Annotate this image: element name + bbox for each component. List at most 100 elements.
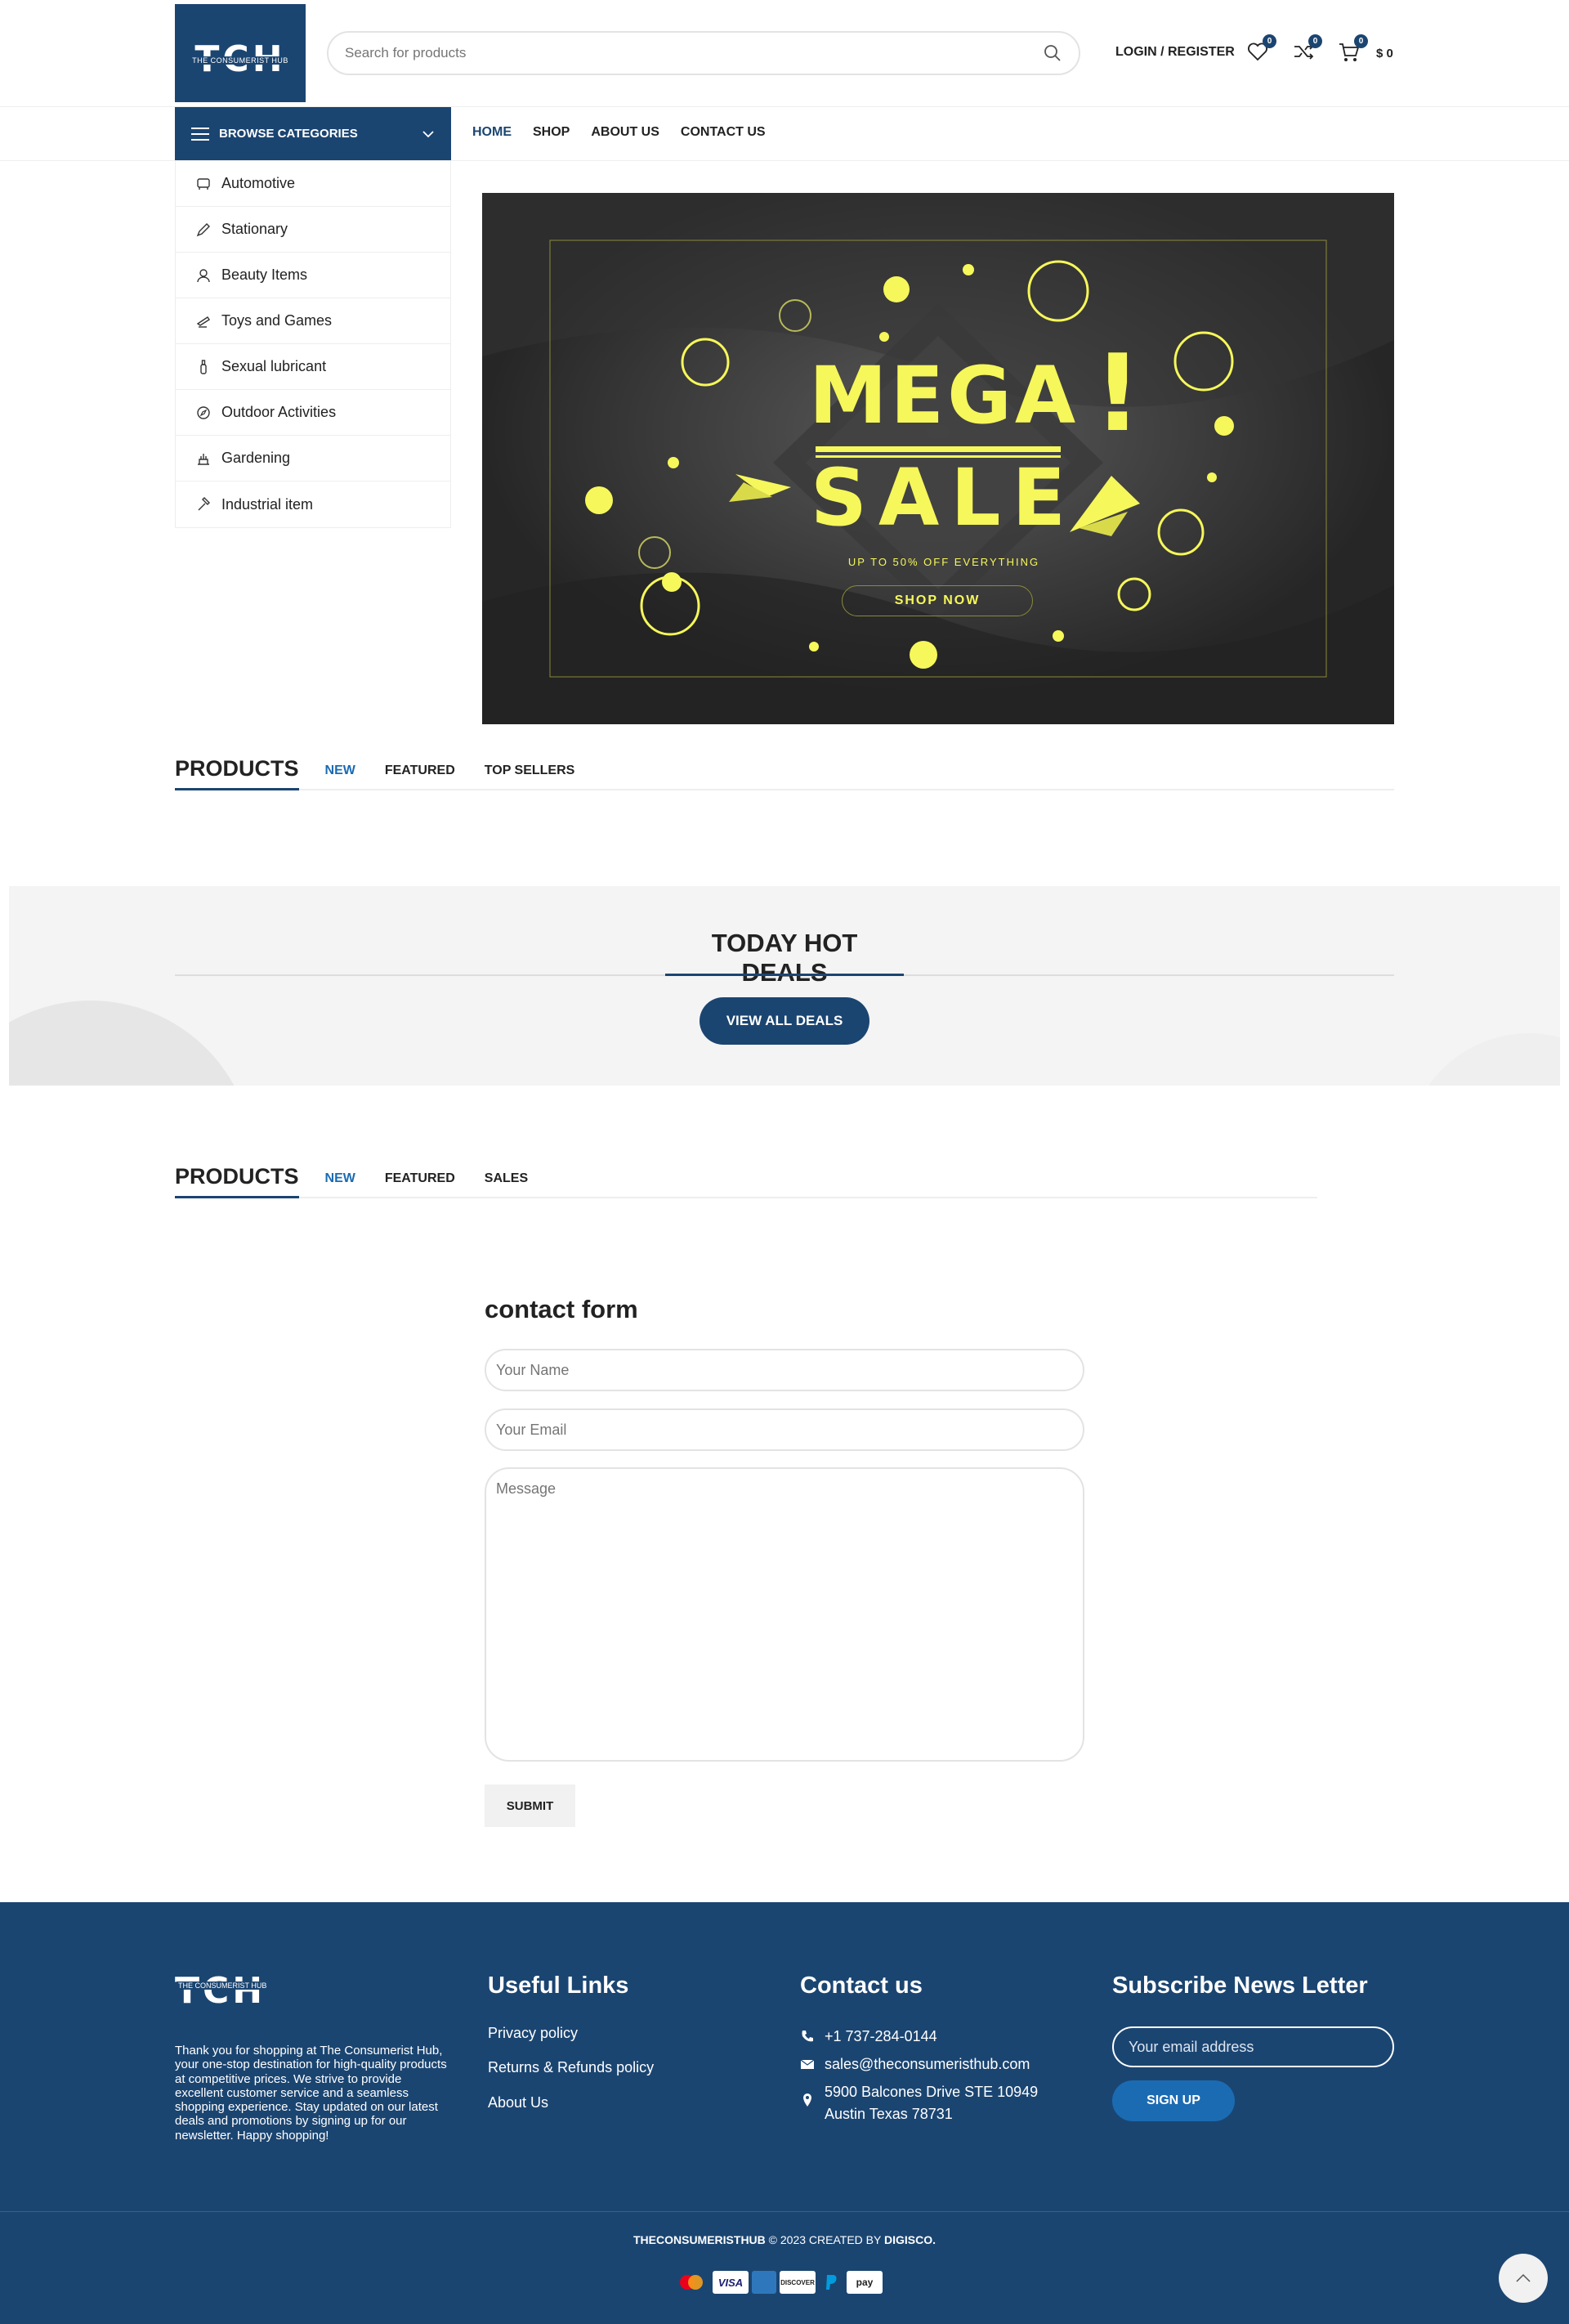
menu-icon xyxy=(191,127,209,141)
chevron-down-icon xyxy=(422,130,434,137)
category-item-sexual-lubricant[interactable]: Sexual lubricant xyxy=(176,344,450,390)
mega-sale-banner[interactable]: MEGA SALE ! UP TO 50% OFF EVERYTHING SHO… xyxy=(482,193,1394,724)
view-all-deals-button[interactable]: VIEW ALL DEALS xyxy=(700,997,869,1045)
category-label: Toys and Games xyxy=(221,312,333,329)
banner-tagline: UP TO 50% OFF EVERYTHING xyxy=(847,556,1040,568)
tab-featured[interactable]: FEATURED xyxy=(385,1171,455,1198)
paypal-icon xyxy=(819,2271,843,2294)
main-nav: HOME SHOP ABOUT US CONTACT US xyxy=(472,125,766,140)
category-item-outdoor-activities[interactable]: Outdoor Activities xyxy=(176,390,450,436)
tab-new[interactable]: NEW xyxy=(325,1171,355,1198)
nav-item-contact-us[interactable]: CONTACT US xyxy=(681,125,766,140)
tab-featured[interactable]: FEATURED xyxy=(385,763,455,790)
category-item-industrial-item[interactable]: Industrial item xyxy=(176,481,450,527)
hammer-icon xyxy=(198,497,210,511)
logo-subtext: THE CONSUMERIST HUB xyxy=(190,56,290,65)
address-text: 5900 Balcones Drive STE 10949 Austin Tex… xyxy=(825,2084,1039,2122)
discover-icon: DISCOVER xyxy=(780,2271,816,2294)
cart-count-badge: 0 xyxy=(1354,34,1368,48)
nav-item-home[interactable]: HOME xyxy=(472,125,512,140)
envelope-icon xyxy=(800,2059,815,2069)
browse-categories-button[interactable]: BROWSE CATEGORIES xyxy=(175,107,451,160)
compare-button[interactable]: 0 xyxy=(1291,34,1322,64)
login-register-link[interactable]: LOGIN / REGISTER xyxy=(1115,45,1235,60)
contact-email[interactable]: sales@theconsumeristhub.com xyxy=(800,2053,1030,2075)
tab-new[interactable]: NEW xyxy=(325,763,355,790)
contact-us-title: Contact us xyxy=(800,1972,923,1999)
privacy-policy-link[interactable]: Privacy policy xyxy=(488,2025,578,2042)
site-logo[interactable]: TCH THE CONSUMERIST HUB xyxy=(175,4,306,102)
footer-divider xyxy=(0,2211,1569,2212)
copyright-brand[interactable]: THECONSUMERISTHUB xyxy=(633,2233,766,2246)
scroll-to-top-button[interactable] xyxy=(1499,2254,1548,2303)
phone-number: +1 737-284-0144 xyxy=(825,2028,937,2044)
newsletter-email-input[interactable] xyxy=(1112,2026,1394,2067)
useful-links-title: Useful Links xyxy=(488,1972,629,1999)
chevron-up-icon xyxy=(1516,2273,1531,2282)
category-item-gardening[interactable]: Gardening xyxy=(176,436,450,481)
category-label: Sexual lubricant xyxy=(221,358,327,374)
footer-logo-subtext: THE CONSUMERIST HUB xyxy=(177,1981,269,1990)
toy-icon xyxy=(196,316,210,328)
tab-top-sellers[interactable]: TOP SELLERS xyxy=(485,763,575,790)
garden-icon xyxy=(198,453,209,465)
phone-icon xyxy=(802,2031,813,2042)
cart-button[interactable]: 0 xyxy=(1337,34,1368,64)
visa-icon: VISA xyxy=(713,2271,749,2294)
apple-pay-icon: pay xyxy=(847,2271,883,2294)
category-item-toys-and-games[interactable]: Toys and Games xyxy=(176,298,450,344)
banner-headline-sale: SALE xyxy=(810,452,1078,544)
category-label: Beauty Items xyxy=(221,266,308,283)
message-field[interactable] xyxy=(485,1467,1084,1762)
tab-sales[interactable]: SALES xyxy=(485,1171,528,1198)
wishlist-count-badge: 0 xyxy=(1263,34,1276,48)
hot-deals-title: TODAY HOT DEALS xyxy=(711,929,858,987)
category-label: Industrial item xyxy=(221,495,314,513)
email-field[interactable] xyxy=(485,1408,1084,1451)
payment-methods: VISA DISCOVER pay xyxy=(673,2271,883,2294)
banner-exclamation: ! xyxy=(1093,331,1142,455)
category-label: Automotive xyxy=(221,175,296,191)
products-title: PRODUCTS xyxy=(175,756,299,790)
location-pin-icon xyxy=(803,2093,811,2107)
contact-phone[interactable]: +1 737-284-0144 xyxy=(800,2026,937,2048)
category-label: Gardening xyxy=(221,450,291,466)
name-field[interactable] xyxy=(485,1349,1084,1391)
products-title: PRODUCTS xyxy=(175,1164,299,1198)
copyright-creator[interactable]: DIGISCO. xyxy=(884,2233,936,2246)
compass-icon xyxy=(197,405,210,419)
banner-headline-mega: MEGA xyxy=(809,350,1080,441)
search-icon[interactable] xyxy=(1043,43,1062,63)
sign-up-button[interactable]: SIGN UP xyxy=(1112,2080,1235,2121)
about-us-link[interactable]: About Us xyxy=(488,2094,548,2111)
nav-item-about-us[interactable]: ABOUT US xyxy=(591,125,659,140)
category-label: Outdoor Activities xyxy=(221,404,337,420)
person-icon xyxy=(197,268,210,282)
products-tabs-divider xyxy=(175,789,1394,790)
category-item-beauty-items[interactable]: Beauty Items xyxy=(176,253,450,298)
car-seat-icon xyxy=(197,177,210,190)
category-item-stationary[interactable]: Stationary xyxy=(176,207,450,253)
amex-icon xyxy=(752,2271,776,2294)
compare-count-badge: 0 xyxy=(1308,34,1322,48)
nav-item-shop[interactable]: SHOP xyxy=(533,125,570,140)
products-section-1: PRODUCTS NEW FEATURED TOP SELLERS xyxy=(175,756,1394,790)
contact-address: 5900 Balcones Drive STE 10949 Austin Tex… xyxy=(800,2081,1078,2125)
cart-total[interactable]: $ 0 xyxy=(1376,47,1393,60)
wishlist-button[interactable]: 0 xyxy=(1245,34,1276,64)
banner-shop-now-button[interactable]: SHOP NOW xyxy=(842,585,1033,616)
footer-logo[interactable]: TCH xyxy=(175,1970,266,2012)
hot-deals-divider-accent xyxy=(665,974,904,976)
category-item-automotive[interactable]: Automotive xyxy=(176,161,450,207)
search-input[interactable] xyxy=(345,45,1043,61)
copyright-text: 2023 CREATED BY xyxy=(777,2233,884,2246)
contact-form-title: contact form xyxy=(485,1295,638,1323)
submit-button[interactable]: SUBMIT xyxy=(485,1784,575,1827)
returns-refunds-link[interactable]: Returns & Refunds policy xyxy=(488,2059,654,2076)
email-address: sales@theconsumeristhub.com xyxy=(825,2056,1030,2072)
copyright: THECONSUMERISTHUB © 2023 CREATED BY DIGI… xyxy=(0,2233,1569,2246)
search-bar xyxy=(327,31,1080,75)
products-section-2: PRODUCTS NEW FEATURED SALES xyxy=(175,1164,1317,1198)
footer-about-text: Thank you for shopping at The Consumeris… xyxy=(175,2044,447,2143)
category-list: Automotive Stationary Beauty Items Toys … xyxy=(175,161,451,528)
